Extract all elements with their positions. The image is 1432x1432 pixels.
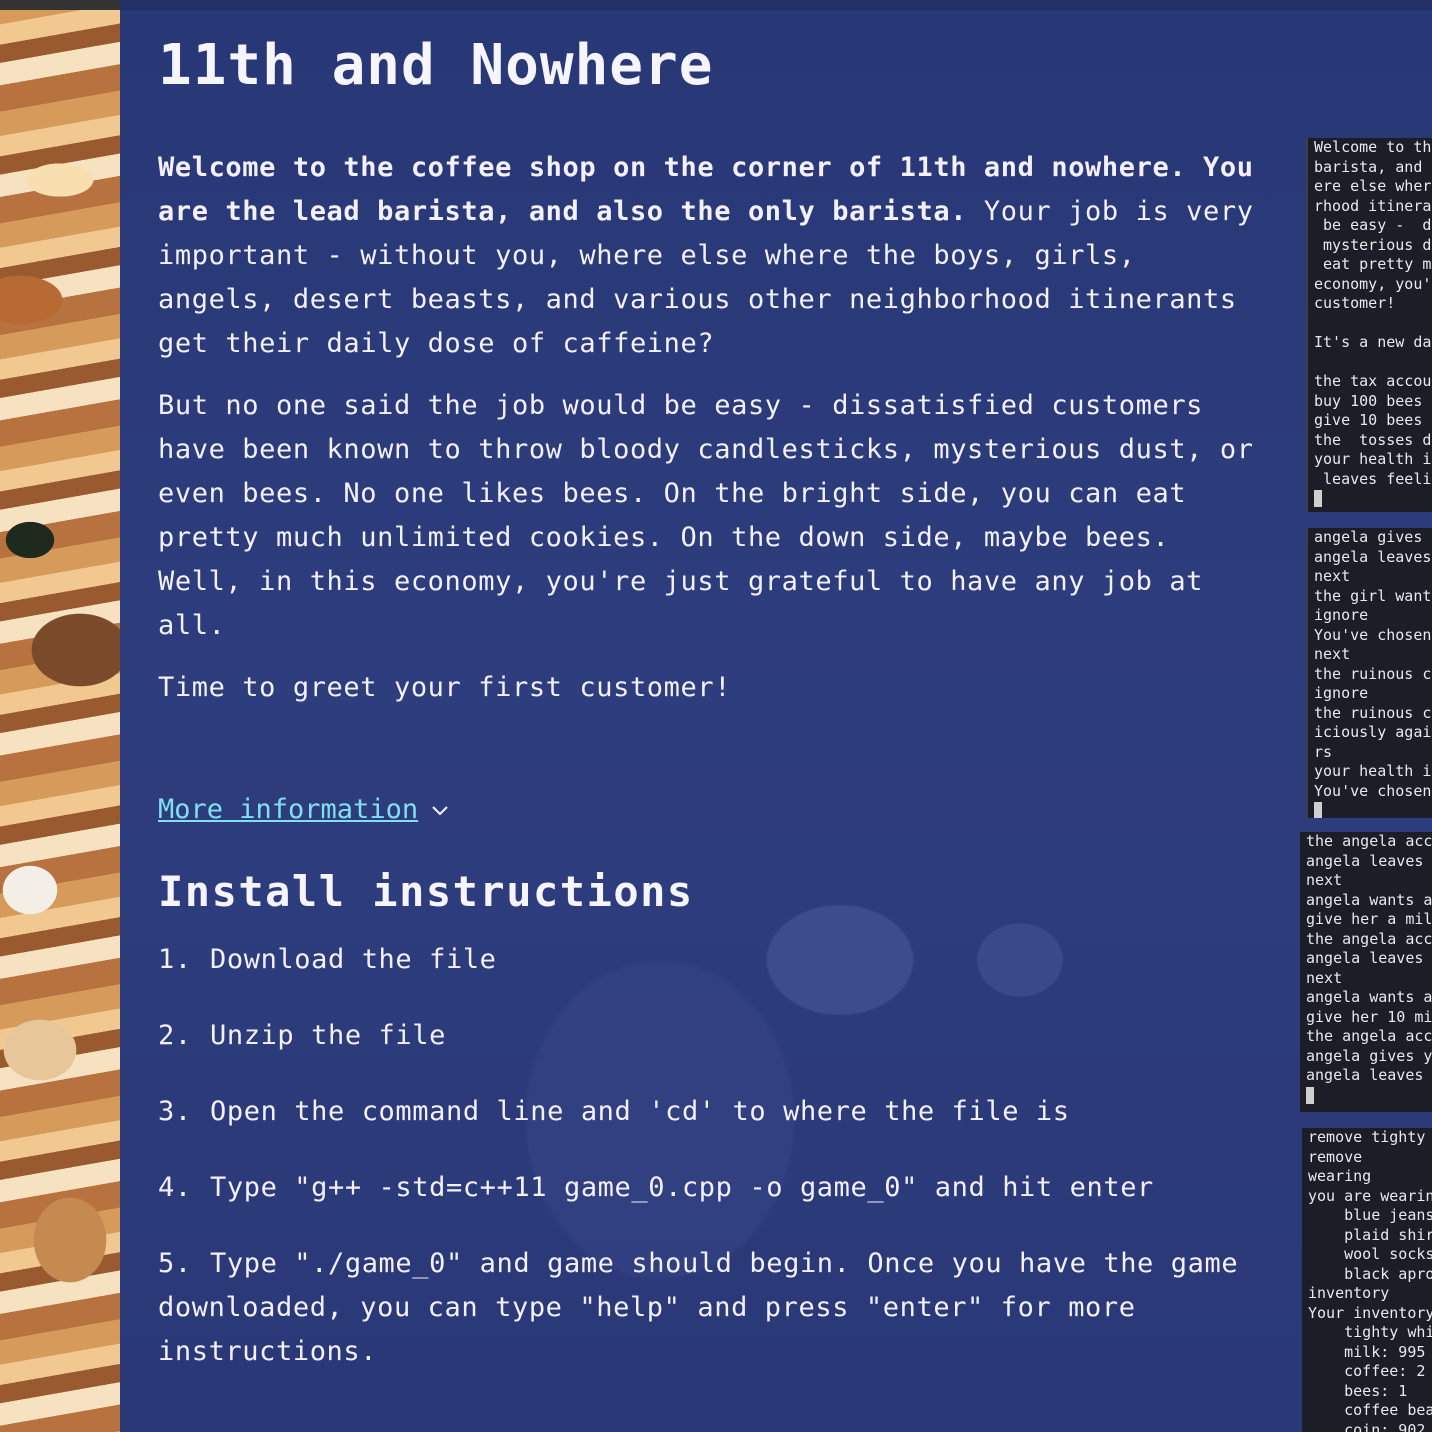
list-item: 1. Download the file bbox=[158, 944, 497, 975]
terminal-line: the ruinous cr bbox=[1314, 664, 1432, 683]
terminal-line: ignore bbox=[1314, 684, 1369, 702]
terminal-line: angela wants a bbox=[1306, 988, 1432, 1006]
terminal-line: wearing bbox=[1308, 1167, 1372, 1185]
terminal-line: angela leaves t bbox=[1306, 1066, 1432, 1084]
list-item: 5. Type "./game_0" and game should begin.… bbox=[158, 1248, 1239, 1367]
terminal-screenshot-3: the angela acc angela leaves t next angela … bbox=[1300, 832, 1432, 1112]
terminal-line: tighty whit bbox=[1308, 1323, 1432, 1341]
terminal-line: angela leaves bbox=[1314, 547, 1432, 566]
terminal-line: the tax accoun bbox=[1314, 372, 1432, 390]
terminal-line: the tosses do bbox=[1314, 430, 1432, 449]
more-information-link[interactable]: More information bbox=[158, 788, 418, 832]
terminal-line: your health is bbox=[1314, 762, 1432, 780]
terminal-line: Your inventory: bbox=[1308, 1303, 1432, 1322]
chevron-down-icon bbox=[432, 806, 448, 816]
install-steps-list: 1. Download the file 2. Unzip the file 3. O… bbox=[158, 938, 1268, 1374]
terminal-line: angela wants a bbox=[1306, 890, 1432, 909]
terminal-line: remove bbox=[1308, 1147, 1363, 1166]
terminal-line: next bbox=[1306, 968, 1343, 987]
terminal-line: You've chosen bbox=[1314, 781, 1432, 800]
terminal-line: leaves feelin bbox=[1314, 469, 1432, 488]
terminal-line: ignore bbox=[1314, 606, 1369, 624]
terminal-line: the girl wants bbox=[1314, 586, 1432, 605]
terminal-line: rhood itineran bbox=[1314, 196, 1432, 215]
terminal-line: economy, you'r bbox=[1314, 274, 1432, 293]
terminal-line: you are wearin bbox=[1308, 1186, 1432, 1205]
main-panel: 11th and Nowhere Welcome to the coffee s… bbox=[120, 0, 1432, 1432]
terminal-line: angela gives yo bbox=[1306, 1046, 1432, 1065]
terminal-line: the ruinous cr bbox=[1314, 703, 1432, 722]
terminal-line: the angela acc bbox=[1306, 1027, 1432, 1045]
greeting-paragraph: Time to greet your first customer! bbox=[158, 672, 732, 703]
more-information-toggle[interactable]: More information bbox=[158, 788, 1268, 832]
terminal-line: iciously again bbox=[1314, 723, 1432, 741]
terminal-line: milk: 995 bbox=[1308, 1342, 1426, 1361]
terminal-line: next bbox=[1306, 871, 1343, 889]
terminal-line: coffee bean bbox=[1308, 1401, 1432, 1419]
terminal-screenshot-2: angela gives angela leaves next the girl wa… bbox=[1306, 528, 1432, 818]
terminal-line: Welcome to the bbox=[1314, 138, 1432, 156]
terminal-line: blue jeans bbox=[1308, 1206, 1432, 1224]
list-item: 3. Open the command line and 'cd' to wher… bbox=[158, 1096, 1070, 1127]
list-item: 4. Type "g++ -std=c++11 game_0.cpp -o gam… bbox=[158, 1172, 1154, 1203]
terminal-cursor bbox=[1314, 802, 1322, 818]
decorative-painting-strip bbox=[0, 0, 120, 1432]
page-content: 11th and Nowhere Welcome to the coffee s… bbox=[158, 30, 1268, 1406]
list-item: 2. Unzip the file bbox=[158, 1020, 446, 1051]
terminal-line: wool socks bbox=[1308, 1245, 1432, 1263]
terminal-line: inventory bbox=[1308, 1284, 1390, 1302]
terminal-line: next bbox=[1314, 645, 1351, 663]
terminal-line: coin: 902 bbox=[1308, 1420, 1426, 1432]
terminal-cursor bbox=[1314, 490, 1322, 507]
terminal-line: give her a mil bbox=[1306, 910, 1432, 928]
terminal-line: coffee: 2 bbox=[1308, 1362, 1426, 1380]
terminal-line: rs bbox=[1314, 742, 1333, 761]
terminal-line: give her 10 mi bbox=[1306, 1007, 1432, 1026]
terminal-line: eat pretty mu bbox=[1314, 255, 1432, 273]
terminal-line: angela leaves t bbox=[1306, 851, 1432, 870]
terminal-line: the angela acc bbox=[1306, 929, 1432, 948]
install-heading: Install instructions bbox=[158, 867, 694, 916]
terminal-line: remove tighty w bbox=[1308, 1128, 1432, 1146]
intro-paragraph: Welcome to the coffee shop on the corner… bbox=[158, 146, 1268, 366]
terminal-line: be easy - di bbox=[1314, 216, 1432, 234]
description-paragraph: But no one said the job would be easy - … bbox=[158, 390, 1254, 641]
terminal-line: mysterious du bbox=[1314, 235, 1432, 254]
terminal-line: It's a new day bbox=[1314, 333, 1432, 351]
page-title: 11th and Nowhere bbox=[158, 33, 714, 98]
terminal-line: ere else where bbox=[1314, 177, 1432, 195]
terminal-line: your health is bbox=[1314, 450, 1432, 468]
terminal-line: next bbox=[1314, 567, 1351, 585]
terminal-line: bees: 1 bbox=[1308, 1381, 1408, 1400]
terminal-cursor bbox=[1306, 1086, 1314, 1104]
terminal-line: give 10 bees bbox=[1314, 411, 1423, 429]
terminal-screenshot-4: remove tighty w remove wearing you are wear… bbox=[1302, 1128, 1432, 1432]
terminal-line: angela gives bbox=[1314, 528, 1423, 546]
terminal-line: black apron bbox=[1308, 1264, 1432, 1283]
terminal-line: buy 100 bees bbox=[1314, 391, 1423, 410]
terminal-line: the angela acc bbox=[1306, 832, 1432, 850]
terminal-line: You've chosen bbox=[1314, 625, 1432, 644]
terminal-screenshot-1: Welcome to the barista, and a ere else whe… bbox=[1306, 138, 1432, 512]
terminal-line: angela leaves t bbox=[1306, 949, 1432, 967]
terminal-line: barista, and a bbox=[1314, 157, 1432, 176]
terminal-line: plaid shirt bbox=[1308, 1225, 1432, 1244]
terminal-line: customer! bbox=[1314, 294, 1396, 312]
